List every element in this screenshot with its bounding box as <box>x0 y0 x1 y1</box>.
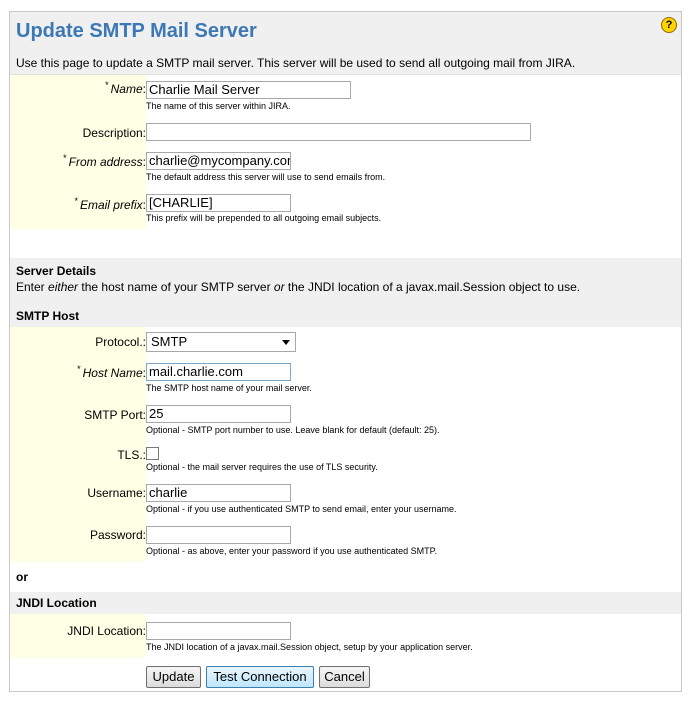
password-input[interactable] <box>146 526 291 544</box>
jndi-section: JNDI Location <box>10 592 681 614</box>
host-name-hint: The SMTP host name of your mail server. <box>146 383 312 393</box>
desc-text: Enter <box>16 280 49 294</box>
required-marker: * <box>105 80 109 90</box>
update-smtp-panel: Update SMTP Mail Server ? Use this page … <box>9 11 682 692</box>
email-prefix-hint: This prefix will be prepended to all out… <box>146 213 382 223</box>
page-header: Update SMTP Mail Server ? Use this page … <box>10 12 681 75</box>
from-address-label: * From address: <box>63 153 146 169</box>
jndi-location-label: JNDI Location: <box>67 624 146 638</box>
description-label: Description: <box>82 126 146 140</box>
email-prefix-label-text: Email prefix <box>79 198 143 212</box>
smtp-host-section: SMTP Host <box>10 307 681 327</box>
password-hint: Optional - as above, enter your password… <box>146 546 437 556</box>
smtp-port-input[interactable]: 25 <box>146 405 291 423</box>
username-input[interactable]: charlie <box>146 484 291 502</box>
password-label: Password: <box>89 528 146 542</box>
or-separator: or <box>16 570 28 584</box>
page-title: Update SMTP Mail Server <box>16 20 257 42</box>
email-prefix-input[interactable]: [CHARLIE] <box>146 194 291 212</box>
desc-or: or <box>273 280 285 294</box>
jndi-location-hint: The JNDI location of a javax.mail.Sessio… <box>146 642 473 652</box>
host-name-label: * Host Name: <box>77 364 146 380</box>
from-address-input[interactable]: charlie@mycompany.com <box>146 152 291 170</box>
protocol-label: Protocol.: <box>95 335 146 349</box>
update-button[interactable]: Update <box>146 666 201 688</box>
tls-checkbox[interactable] <box>146 447 159 460</box>
name-label-text: Name <box>110 82 143 96</box>
protocol-select[interactable]: SMTP <box>146 332 296 352</box>
desc-text: the JNDI location of a javax.mail.Sessio… <box>284 280 581 294</box>
desc-text: the host name of your SMTP server <box>78 280 274 294</box>
server-details-title: Server Details <box>16 264 97 278</box>
smtp-port-label: SMTP Port: <box>84 408 146 422</box>
email-prefix-label: * Email prefix: <box>74 196 146 212</box>
required-marker: * <box>74 196 78 206</box>
host-name-input[interactable]: mail.charlie.com <box>146 363 291 381</box>
test-connection-button[interactable]: Test Connection <box>206 666 314 688</box>
name-input[interactable]: Charlie Mail Server <box>146 81 351 99</box>
from-address-hint: The default address this server will use… <box>146 172 386 182</box>
jndi-title: JNDI Location <box>16 596 97 610</box>
smtp-host-title: SMTP Host <box>16 309 80 323</box>
page-description: Use this page to update a SMTP mail serv… <box>16 56 576 70</box>
description-input[interactable] <box>146 123 531 141</box>
name-label: * Name: <box>105 80 146 96</box>
from-address-label-text: From address <box>68 155 143 169</box>
server-details-section: Server Details Enter either the host nam… <box>10 258 681 307</box>
required-marker: * <box>63 153 67 163</box>
chevron-down-icon <box>282 340 290 345</box>
server-details-description: Enter either the host name of your SMTP … <box>16 280 580 294</box>
tls-label: TLS.: <box>117 448 146 462</box>
host-name-label-text: Host Name <box>82 366 143 380</box>
desc-either: either <box>48 280 79 294</box>
label-column <box>10 327 146 562</box>
username-hint: Optional - if you use authenticated SMTP… <box>146 504 457 514</box>
required-marker: * <box>77 364 81 374</box>
cancel-button[interactable]: Cancel <box>319 666 370 688</box>
username-label: Username: <box>87 486 146 500</box>
jndi-location-input[interactable] <box>146 622 291 640</box>
name-hint: The name of this server within JIRA. <box>146 101 291 111</box>
tls-hint: Optional - the mail server requires the … <box>146 462 378 472</box>
protocol-value: SMTP <box>151 334 188 349</box>
help-question-icon[interactable]: ? <box>661 17 677 33</box>
smtp-port-hint: Optional - SMTP port number to use. Leav… <box>146 425 440 435</box>
